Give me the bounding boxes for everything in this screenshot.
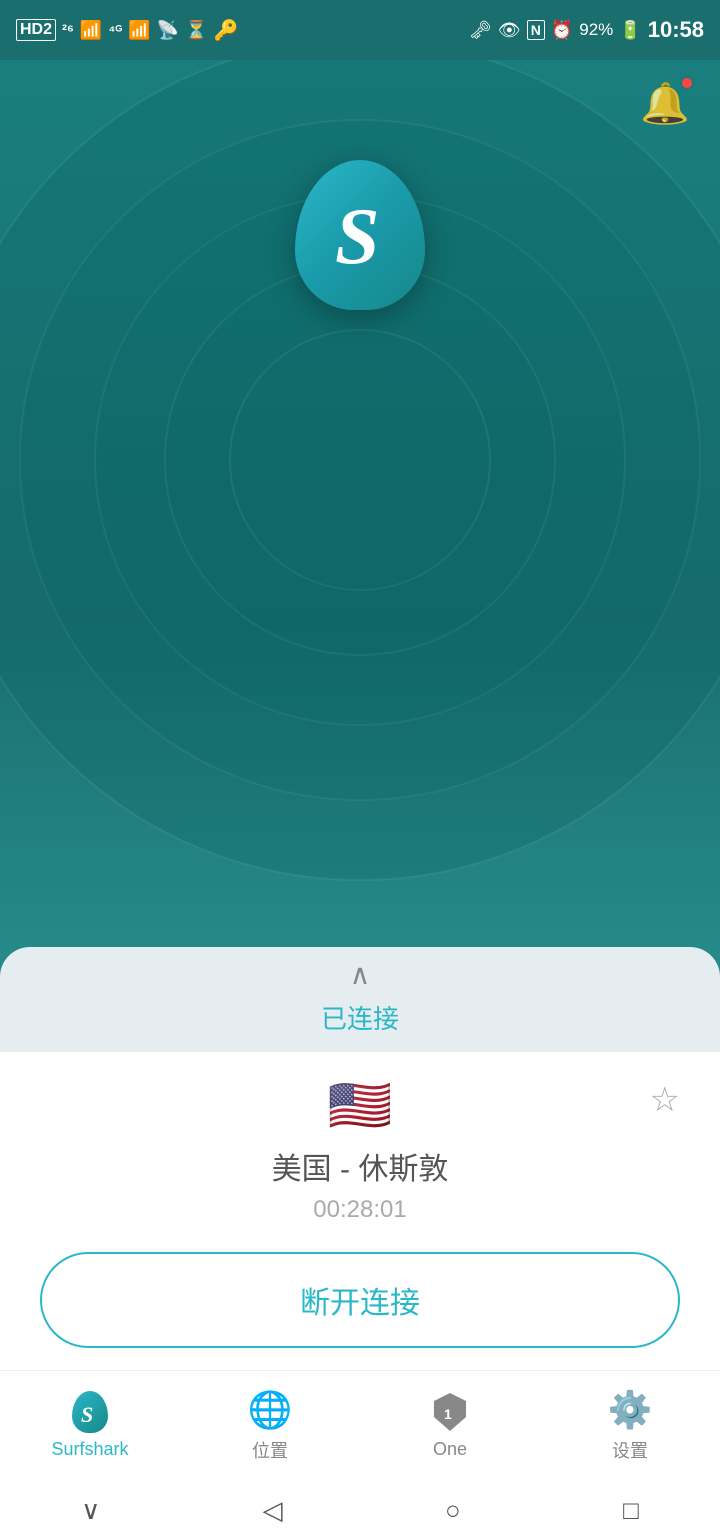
signal-bars-4g-icon: 📶 [128, 20, 150, 41]
settings-nav-label: 设置 [612, 1437, 648, 1463]
svg-text:S: S [335, 193, 380, 281]
location-nav-label: 位置 [252, 1437, 288, 1463]
nfc-icon: N [527, 20, 545, 40]
main-background [0, 0, 720, 1040]
connected-status-text: 已连接 [321, 989, 399, 1052]
vpn-key-icon: 🔑 [214, 18, 239, 43]
status-bar: HD2 ²⁶ 📶 ⁴ᴳ 📶 📡 ⏳ 🔑 🗝 👁 N ⏰ 92% 🔋 10:58 [0, 0, 720, 60]
status-left-icons: HD2 ²⁶ 📶 ⁴ᴳ 📶 📡 ⏳ 🔑 [16, 18, 238, 43]
one-shield-container: 1 [432, 1391, 468, 1433]
nav-item-settings[interactable]: ⚙️ 设置 [540, 1389, 720, 1463]
concentric-circles [0, 0, 720, 1040]
logo-shape: S [295, 160, 425, 310]
nav-home-button[interactable]: ○ [445, 1495, 461, 1526]
system-navigation-bar: ∨ ◁ ○ □ [0, 1480, 720, 1540]
wifi-icon: 📡 [157, 20, 179, 41]
key-icon: 🗝 [469, 20, 492, 41]
chevron-up-icon: ∧ [350, 961, 371, 989]
nav-back-button[interactable]: ◁ [263, 1495, 283, 1526]
nav-item-surfshark[interactable]: S Surfshark [0, 1391, 180, 1460]
connection-timer: 00:28:01 [40, 1196, 680, 1224]
location-nav-icon: 🌐 [248, 1389, 293, 1431]
eye-icon: 👁 [498, 20, 521, 41]
location-name: 美国 - 休斯敦 [40, 1144, 680, 1188]
signal-26-icon: ²⁶ [62, 22, 74, 39]
nav-down-button[interactable]: ∨ [81, 1495, 100, 1526]
svg-text:1: 1 [444, 1406, 452, 1422]
shield-nav-icon: 1 [432, 1391, 468, 1433]
hourglass-icon: ⏳ [185, 20, 207, 41]
notification-dot [680, 76, 694, 90]
status-right-icons: 🗝 👁 N ⏰ 92% 🔋 10:58 [469, 17, 704, 43]
settings-nav-icon: ⚙️ [608, 1389, 653, 1431]
battery-icon: 🔋 [619, 20, 641, 41]
signal-bars-icon: 📶 [80, 20, 102, 41]
alarm-icon: ⏰ [551, 20, 573, 41]
clock-time: 10:58 [648, 17, 704, 43]
flag-area: 🇺🇸 [40, 1080, 680, 1132]
logo-s-svg: S [320, 185, 400, 285]
country-flag: 🇺🇸 [328, 1080, 393, 1132]
surfshark-nav-label: Surfshark [51, 1439, 128, 1460]
one-nav-label: One [433, 1439, 467, 1460]
hd2-icon: HD2 [16, 19, 56, 41]
signal-4g-icon: ⁴ᴳ [108, 22, 122, 38]
battery-text: 92% [579, 20, 613, 40]
favorite-button[interactable]: ☆ [650, 1080, 680, 1120]
connection-panel: ∧ 已连接 🇺🇸 ☆ 美国 - 休斯敦 00:28:01 断开连接 [0, 947, 720, 1380]
nav-recent-button[interactable]: □ [623, 1495, 639, 1526]
svg-text:S: S [81, 1402, 93, 1426]
surfshark-nav-icon: S [72, 1391, 108, 1433]
nav-item-one[interactable]: 1 One [360, 1391, 540, 1460]
nav-item-location[interactable]: 🌐 位置 [180, 1389, 360, 1463]
disconnect-button[interactable]: 断开连接 [40, 1252, 680, 1348]
surfshark-logo-button[interactable]: S [295, 160, 425, 310]
connection-details-card: 🇺🇸 ☆ 美国 - 休斯敦 00:28:01 断开连接 [0, 1052, 720, 1380]
notification-button[interactable]: 🔔 [640, 80, 690, 127]
chevron-area[interactable]: ∧ 已连接 [0, 947, 720, 1052]
bottom-navigation: S Surfshark 🌐 位置 1 One ⚙️ 设置 [0, 1370, 720, 1480]
surfshark-s-icon: S [79, 1398, 101, 1426]
